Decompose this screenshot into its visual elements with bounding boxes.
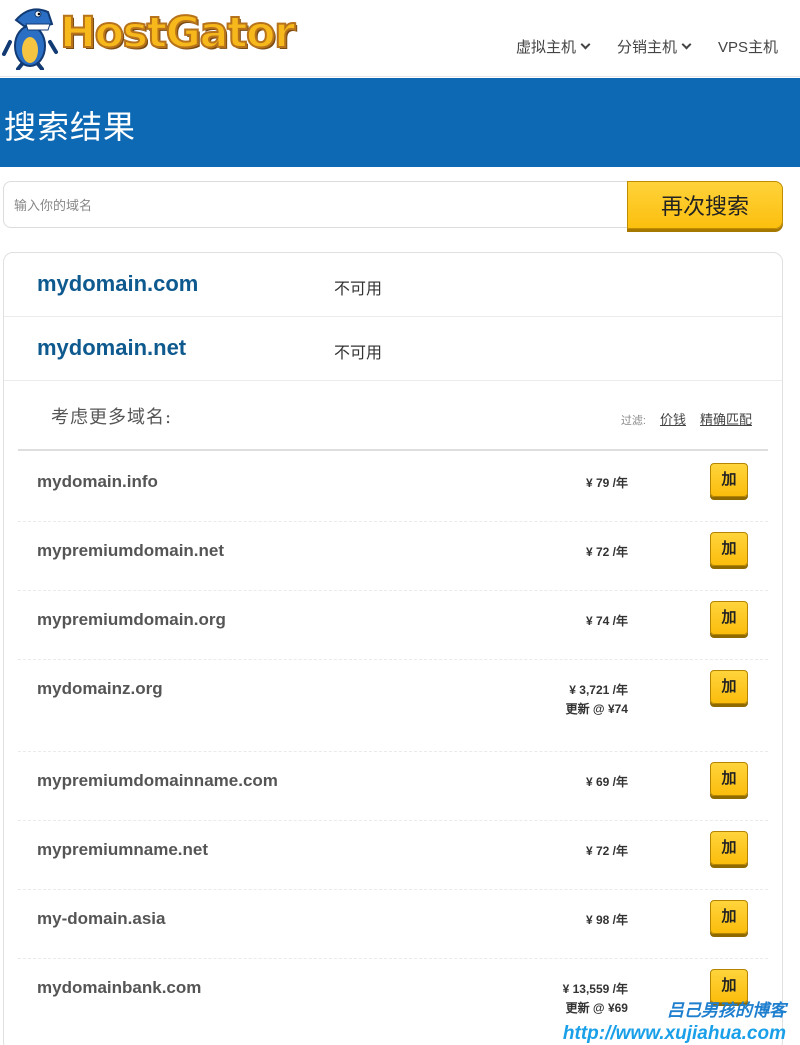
availability-status: 不可用 xyxy=(334,281,383,298)
domain-search-box: 再次搜索 xyxy=(3,181,783,229)
domain-price: ¥ 3,721 /年 更新 @ ¥74 xyxy=(566,681,628,719)
add-to-cart-button[interactable]: 加 xyxy=(710,463,748,497)
availability-status: 不可用 xyxy=(334,345,383,362)
page-banner: 搜索结果 xyxy=(0,78,800,167)
main-nav: 虚拟主机 分销主机 VPS主机 xyxy=(516,36,778,57)
top-bar: HostGator 虚拟主机 分销主机 VPS主机 xyxy=(0,0,800,77)
domain-name: mydomainz.org xyxy=(37,679,163,698)
domain-name: mydomain.com xyxy=(37,271,199,296)
more-domains-title: 考虑更多域名: xyxy=(51,407,173,428)
nav-reseller-hosting[interactable]: 分销主机 xyxy=(616,36,692,57)
page-title: 搜索结果 xyxy=(4,108,137,146)
domain-price: ¥ 74 /年 xyxy=(586,612,628,631)
suggestion-row: mydomainz.org ¥ 3,721 /年 更新 @ ¥74 加 xyxy=(18,660,768,752)
domain-name: mypremiumname.net xyxy=(37,840,208,859)
add-to-cart-button[interactable]: 加 xyxy=(710,601,748,635)
price-per-year: ¥ 3,721 /年 xyxy=(569,683,628,697)
domain-price: ¥ 72 /年 xyxy=(586,543,628,562)
watermark-title: 吕己男孩的博客 xyxy=(667,1001,786,1020)
renewal-price: 更新 @ ¥74 xyxy=(565,702,628,716)
add-to-cart-button[interactable]: 加 xyxy=(710,900,748,934)
nav-label: 虚拟主机 xyxy=(515,39,576,56)
price-per-year: ¥ 74 /年 xyxy=(585,614,628,628)
filter-label: 过滤: xyxy=(620,415,646,427)
domain-price: ¥ 79 /年 xyxy=(586,474,628,493)
nav-label: VPS主机 xyxy=(717,39,778,56)
domain-name: my-domain.asia xyxy=(37,909,166,928)
chevron-down-icon xyxy=(681,39,692,50)
price-per-year: ¥ 79 /年 xyxy=(585,476,628,490)
chevron-down-icon xyxy=(580,39,591,50)
domain-name: mypremiumdomain.org xyxy=(37,610,226,629)
watermark-url: http://www.xujiahua.com xyxy=(562,1023,786,1044)
search-again-button[interactable]: 再次搜索 xyxy=(627,181,783,229)
add-to-cart-button[interactable]: 加 xyxy=(710,670,748,704)
domain-price: ¥ 98 /年 xyxy=(586,911,628,930)
nav-label: 分销主机 xyxy=(616,39,677,56)
hostgator-logo[interactable]: HostGator xyxy=(2,2,302,70)
filter-price-link[interactable]: 价钱 xyxy=(660,409,686,428)
domain-name: mypremiumdomain.net xyxy=(37,541,225,560)
price-per-year: ¥ 69 /年 xyxy=(585,775,628,789)
unavailable-domain-row: mydomain.com 不可用 xyxy=(4,253,782,317)
suggestion-row: mypremiumdomain.net ¥ 72 /年 加 xyxy=(18,522,768,591)
more-domains-header: 考虑更多域名: 过滤: 价钱 精确匹配 xyxy=(18,381,768,451)
filter-exact-match-link[interactable]: 精确匹配 xyxy=(700,409,752,428)
results-card: mydomain.com 不可用 mydomain.net 不可用 考虑更多域名… xyxy=(3,252,783,1045)
logo-text: HostGator xyxy=(59,7,296,59)
suggestion-row: mydomain.info ¥ 79 /年 加 xyxy=(18,453,768,522)
filter-bar: 过滤: 价钱 精确匹配 xyxy=(621,409,752,428)
domain-name: mydomain.info xyxy=(37,472,158,491)
unavailable-domain-row: mydomain.net 不可用 xyxy=(4,317,782,381)
domain-price: ¥ 69 /年 xyxy=(586,773,628,792)
price-per-year: ¥ 72 /年 xyxy=(585,545,628,559)
domain-search-input[interactable] xyxy=(14,192,614,218)
add-to-cart-button[interactable]: 加 xyxy=(710,831,748,865)
add-to-cart-button[interactable]: 加 xyxy=(710,762,748,796)
blog-watermark: 吕己男孩的博客 http://www.xujiahua.com xyxy=(563,996,786,1045)
nav-vps-hosting[interactable]: VPS主机 xyxy=(718,36,778,57)
suggestion-row: mypremiumdomainname.com ¥ 69 /年 加 xyxy=(18,752,768,821)
suggestion-row: my-domain.asia ¥ 98 /年 加 xyxy=(18,890,768,959)
suggestion-row: mypremiumname.net ¥ 72 /年 加 xyxy=(18,821,768,890)
price-per-year: ¥ 72 /年 xyxy=(585,844,628,858)
domain-name: mydomain.net xyxy=(37,335,187,360)
gator-mascot-icon xyxy=(2,8,58,70)
domain-name: mydomainbank.com xyxy=(37,978,202,997)
suggestion-row: mypremiumdomain.org ¥ 74 /年 加 xyxy=(18,591,768,660)
price-per-year: ¥ 98 /年 xyxy=(585,913,628,927)
add-to-cart-button[interactable]: 加 xyxy=(710,532,748,566)
domain-price: ¥ 72 /年 xyxy=(586,842,628,861)
nav-shared-hosting[interactable]: 虚拟主机 xyxy=(515,36,591,57)
domain-name: mypremiumdomainname.com xyxy=(37,771,278,790)
